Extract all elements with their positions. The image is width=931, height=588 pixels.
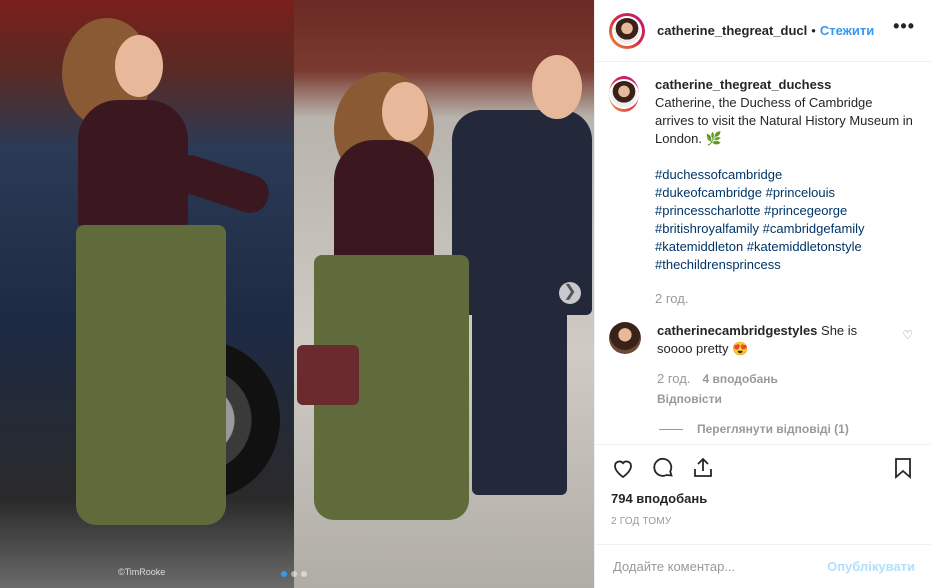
view-replies-button[interactable]: Переглянути відповіді (1) — [659, 422, 915, 436]
divider-line — [659, 428, 683, 430]
post-header: catherine_thegreat_ducl • Стежити ••• — [595, 0, 931, 62]
carousel-dot — [291, 571, 297, 577]
hashtag-link[interactable]: #dukeofcambridge — [655, 185, 762, 200]
man-trousers — [472, 300, 567, 495]
photo-right-scene — [294, 0, 594, 588]
hashtag-link[interactable]: #thechildrensprincess — [655, 257, 781, 272]
post-media[interactable]: ❯ ©TimRooke — [0, 0, 594, 588]
carousel-dot — [281, 571, 287, 577]
comment-username[interactable]: catherinecambridgestyles — [657, 323, 817, 338]
man-face — [532, 55, 582, 119]
comment-time: 2 год. — [657, 371, 691, 386]
comment-item: catherinecambridgestyles She is soooo pr… — [609, 322, 915, 408]
hashtag-link[interactable]: #princegeorge — [764, 203, 847, 218]
post-sidebar: catherine_thegreat_ducl • Стежити ••• ca… — [594, 0, 931, 588]
hashtag-link[interactable]: #katemiddletonstyle — [747, 239, 862, 254]
share-icon[interactable] — [691, 456, 715, 480]
post-actions: 794 вподобань 2 ГОД ТОМУ — [595, 444, 931, 527]
hashtag-link[interactable]: #duchessofcambridge — [655, 167, 782, 182]
hashtag-link[interactable]: #princelouis — [766, 185, 835, 200]
handbag — [297, 345, 359, 405]
post-date[interactable]: 2 ГОД ТОМУ — [611, 516, 915, 527]
heart-icon[interactable] — [611, 456, 635, 480]
comment-avatar[interactable] — [609, 322, 641, 354]
header-username[interactable]: catherine_thegreat_ducl — [657, 23, 807, 38]
hashtag-list: #duchessofcambridge #dukeofcambridge #pr… — [655, 166, 915, 274]
comment-likes[interactable]: 4 вподобань — [702, 370, 777, 388]
like-count[interactable]: 794 вподобань — [611, 491, 915, 506]
hashtag-link[interactable]: #cambridgefamily — [763, 221, 865, 236]
face — [115, 35, 163, 97]
caption-username[interactable]: catherine_thegreat_duchess — [655, 77, 831, 92]
more-options-icon[interactable]: ••• — [893, 16, 915, 37]
caption-text: Catherine, the Duchess of Cambridge arri… — [655, 95, 913, 146]
caption-avatar[interactable] — [609, 76, 639, 112]
next-slide-button[interactable]: ❯ — [559, 282, 581, 304]
carousel-dot — [301, 571, 307, 577]
face — [382, 82, 428, 142]
photo-left-scene — [0, 0, 294, 588]
bookmark-icon[interactable] — [891, 456, 915, 480]
view-replies-label: Переглянути відповіді (1) — [697, 422, 849, 436]
hashtag-link[interactable]: #katemiddleton — [655, 239, 743, 254]
caption: catherine_thegreat_duchess Catherine, th… — [609, 76, 915, 308]
comment-heart-icon[interactable]: ♡ — [902, 328, 913, 342]
sweater — [78, 100, 188, 230]
hashtag-link[interactable]: #princesscharlotte — [655, 203, 761, 218]
comment-icon[interactable] — [651, 456, 675, 480]
avatar[interactable] — [609, 12, 645, 49]
hashtag-link[interactable]: #britishroyalfamily — [655, 221, 759, 236]
reply-button[interactable]: Відповісти — [657, 390, 877, 408]
post-comment-button[interactable]: Опублікувати — [827, 559, 915, 574]
sweater — [334, 140, 434, 270]
comment-input[interactable] — [611, 558, 828, 575]
add-comment-bar: Опублікувати — [595, 544, 931, 588]
comments-section: catherine_thegreat_duchess Catherine, th… — [595, 62, 931, 444]
caption-time: 2 год. — [655, 291, 689, 306]
follow-button[interactable]: Стежити — [820, 23, 874, 38]
carousel-dots — [281, 571, 307, 577]
watermark: ©TimRooke — [118, 567, 166, 577]
trousers — [76, 225, 226, 525]
separator: • — [811, 23, 816, 38]
